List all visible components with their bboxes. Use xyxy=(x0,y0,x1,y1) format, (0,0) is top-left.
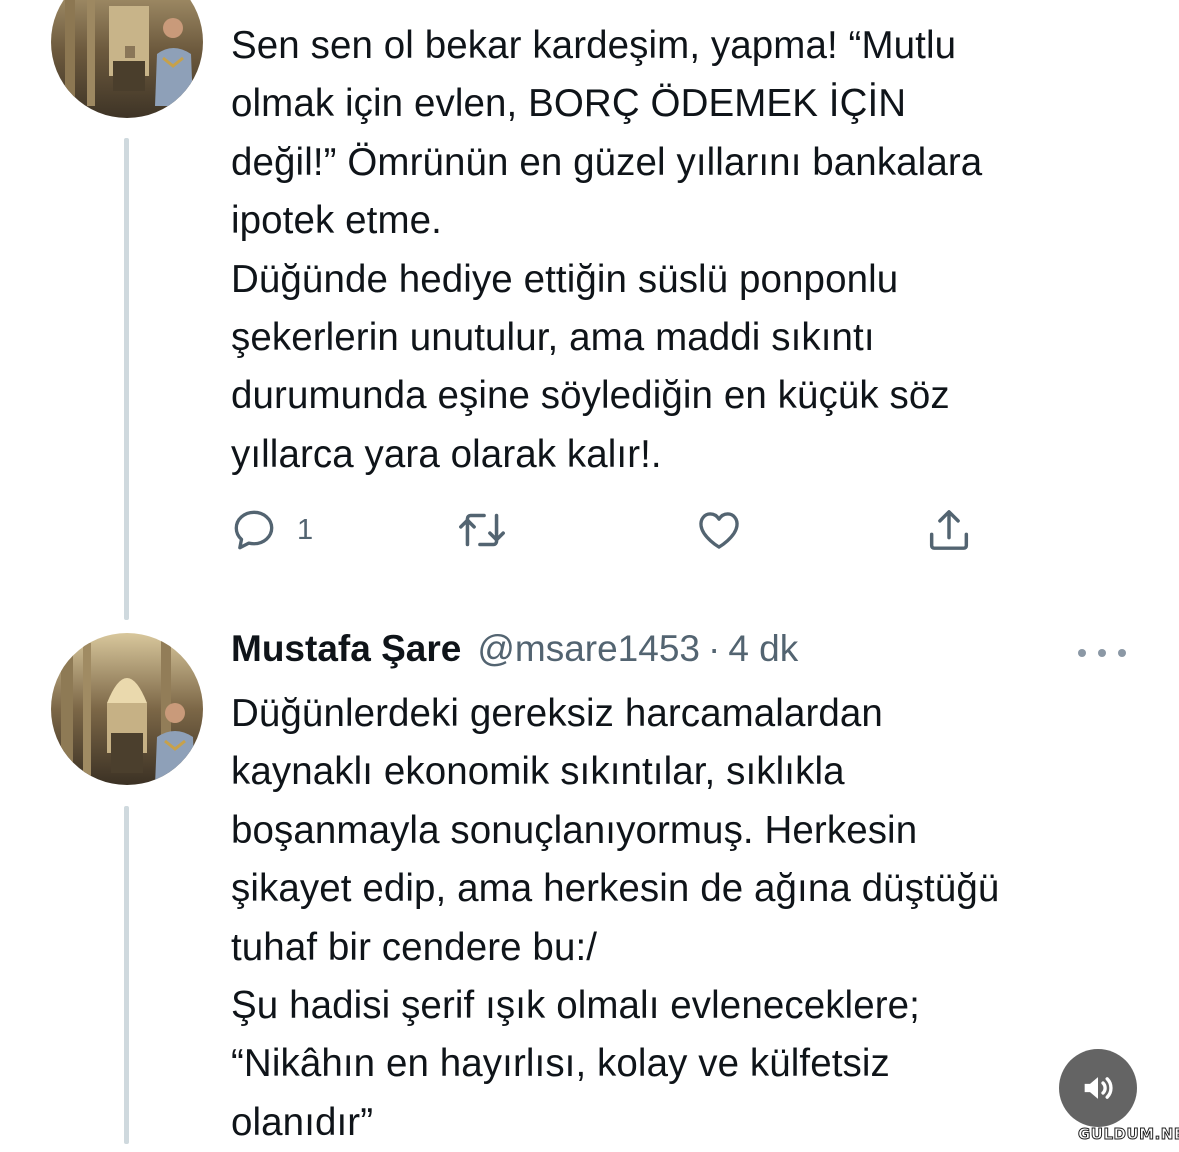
author-handle[interactable]: @msare1453 xyxy=(477,628,700,670)
more-icon[interactable] xyxy=(1078,640,1126,666)
volume-button[interactable] xyxy=(1059,1049,1137,1127)
retweet-icon xyxy=(459,513,505,547)
tweet-text-line: “Nikâhın en hayırlısı, kolay ve külfetsi… xyxy=(231,1042,890,1086)
tweet-text-line: şikayet edip, ama herkesin de ağına düşt… xyxy=(231,867,1000,911)
tweet-actions: 1 xyxy=(229,505,989,555)
like-button[interactable] xyxy=(694,505,744,555)
tweet-text-line: Sen sen ol bekar kardeşim, yapma! “Mutlu xyxy=(231,24,957,67)
retweet-button[interactable] xyxy=(455,505,509,555)
thread-line xyxy=(124,806,129,1144)
avatar[interactable] xyxy=(51,633,203,785)
timestamp[interactable]: 4 dk xyxy=(728,628,798,670)
separator: · xyxy=(707,628,721,669)
tweet-text: Sen sen ol bekar kardeşim, yapma! “Mutlu… xyxy=(231,17,1151,484)
like-icon xyxy=(699,512,739,549)
avatar[interactable] xyxy=(51,0,203,118)
tweet-text-line: boşanmayla sonuçlanıyormuş. Herkesin xyxy=(231,808,918,852)
tweet-text-line: Düğünde hediye ettiğin süslü ponponlu xyxy=(231,257,899,301)
tweet-header: Mustafa Şare @msare1453 · 4 dk xyxy=(231,628,798,680)
tweet-text-line: olanıdır” xyxy=(231,1100,374,1144)
more-icon-dot xyxy=(1078,649,1086,657)
reply-button[interactable]: 1 xyxy=(229,505,313,555)
more-icon-dot xyxy=(1098,649,1106,657)
watermark: GULDUM.NET xyxy=(1077,1125,1179,1144)
thread-line xyxy=(124,138,129,620)
reply-count: 1 xyxy=(297,513,314,546)
tweet-text-line: şekerlerin unutulur, ama maddi sıkıntı xyxy=(231,315,875,359)
tweet-text-line: tuhaf bir cendere bu:/ xyxy=(231,925,598,969)
volume-icon xyxy=(1084,1077,1113,1099)
tweet-text-line: durumunda eşine söylediğin en küçük söz xyxy=(231,374,950,418)
share-button[interactable] xyxy=(923,505,975,555)
tweet-text-line: Düğünlerdeki gereksiz harcamalardan xyxy=(231,692,883,735)
tweet-text: Düğünlerdeki gereksiz harcamalardan kayn… xyxy=(231,685,1151,1152)
tweet-text-line: kaynaklı ekonomik sıkıntılar, sıklıkla xyxy=(231,750,845,794)
reply-icon xyxy=(234,510,274,550)
author-name[interactable]: Mustafa Şare xyxy=(231,628,461,670)
tweet-text-line: olmak için evlen, BORÇ ÖDEMEK İÇİN xyxy=(231,82,907,126)
tweet-text-line: Şu hadisi şerif ışık olmalı evlenecekler… xyxy=(231,983,920,1027)
share-icon xyxy=(929,510,969,550)
more-icon-dot xyxy=(1118,649,1126,657)
tweet-text-line: değil!” Ömrünün en güzel yıllarını banka… xyxy=(231,140,983,184)
tweet-text-line: ipotek etme. xyxy=(231,199,442,243)
tweet-text-line: yıllarca yara olarak kalır!. xyxy=(231,432,662,476)
